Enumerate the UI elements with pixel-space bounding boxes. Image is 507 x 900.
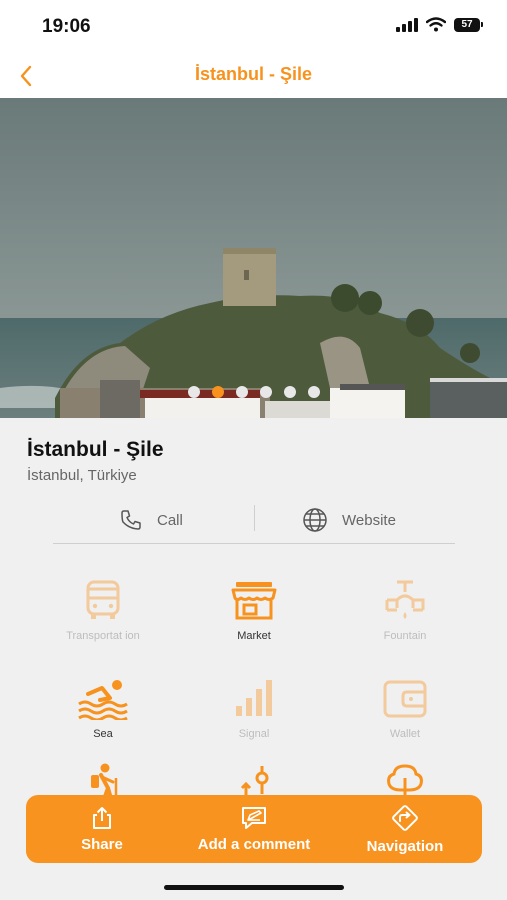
feature-sea: Sea xyxy=(48,674,158,741)
contact-row: Call Website xyxy=(53,503,455,544)
carousel-dot[interactable] xyxy=(283,386,296,398)
comment-icon xyxy=(242,806,266,829)
contact-divider xyxy=(254,505,255,531)
share-button[interactable]: Share xyxy=(70,795,134,863)
website-label: Website xyxy=(342,511,396,529)
feature-transportation: Transportat ion xyxy=(48,576,158,643)
feature-wallet: Wallet xyxy=(350,674,460,741)
carousel-dot[interactable] xyxy=(307,386,320,398)
market-icon xyxy=(231,582,277,620)
cellular-signal-icon xyxy=(396,17,418,32)
navigation-bar: İstanbul - Şile xyxy=(0,52,507,98)
navigation-icon xyxy=(392,804,418,831)
call-button[interactable]: Call xyxy=(119,505,183,535)
feature-label: Signal xyxy=(238,728,270,740)
status-bar: 19:06 57 xyxy=(0,0,507,52)
status-time: 19:06 xyxy=(42,16,91,37)
signal-icon xyxy=(236,680,272,716)
photo-carousel[interactable] xyxy=(0,98,507,418)
globe-icon xyxy=(303,508,327,532)
fountain-icon xyxy=(385,580,425,619)
features-grid: Transportat ion Market Fountain Sea Sign… xyxy=(0,570,507,810)
place-title: İstanbul - Şile xyxy=(27,438,164,461)
battery-icon: 57 xyxy=(454,17,483,32)
feature-label: Market xyxy=(237,630,271,642)
share-label: Share xyxy=(81,835,123,853)
hero-photo xyxy=(0,98,507,418)
place-location: İstanbul, Türkiye xyxy=(27,467,137,484)
feature-fountain: Fountain xyxy=(350,576,460,643)
page-title: İstanbul - Şile xyxy=(194,64,313,84)
bus-icon xyxy=(86,580,120,619)
carousel-dot[interactable] xyxy=(259,386,272,398)
wifi-icon xyxy=(426,17,446,32)
carousel-dot[interactable] xyxy=(211,386,224,398)
status-icons: 57 xyxy=(396,17,483,32)
add-comment-label: Add a comment xyxy=(197,835,311,853)
website-button[interactable]: Website xyxy=(302,505,396,535)
carousel-dot[interactable] xyxy=(187,386,200,398)
battery-level: 57 xyxy=(454,17,480,32)
share-icon xyxy=(93,806,111,829)
swimming-icon xyxy=(78,680,128,720)
add-comment-button[interactable]: Add a comment xyxy=(188,795,320,863)
call-label: Call xyxy=(157,511,183,529)
navigation-button[interactable]: Navigation xyxy=(360,795,450,863)
feature-label: Wallet xyxy=(389,728,421,740)
feature-signal: Signal xyxy=(199,674,309,741)
home-indicator xyxy=(164,885,344,890)
carousel-dots xyxy=(0,386,507,398)
feature-market: Market xyxy=(199,576,309,643)
wallet-icon xyxy=(383,680,427,718)
feature-label: Transportat ion xyxy=(66,630,140,642)
carousel-dot[interactable] xyxy=(235,386,248,398)
feature-label: Fountain xyxy=(383,630,427,642)
feature-label: Sea xyxy=(93,728,113,740)
phone-icon xyxy=(121,510,141,530)
action-bar: Share Add a comment Navigation xyxy=(26,795,482,863)
navigation-label: Navigation xyxy=(366,837,444,855)
